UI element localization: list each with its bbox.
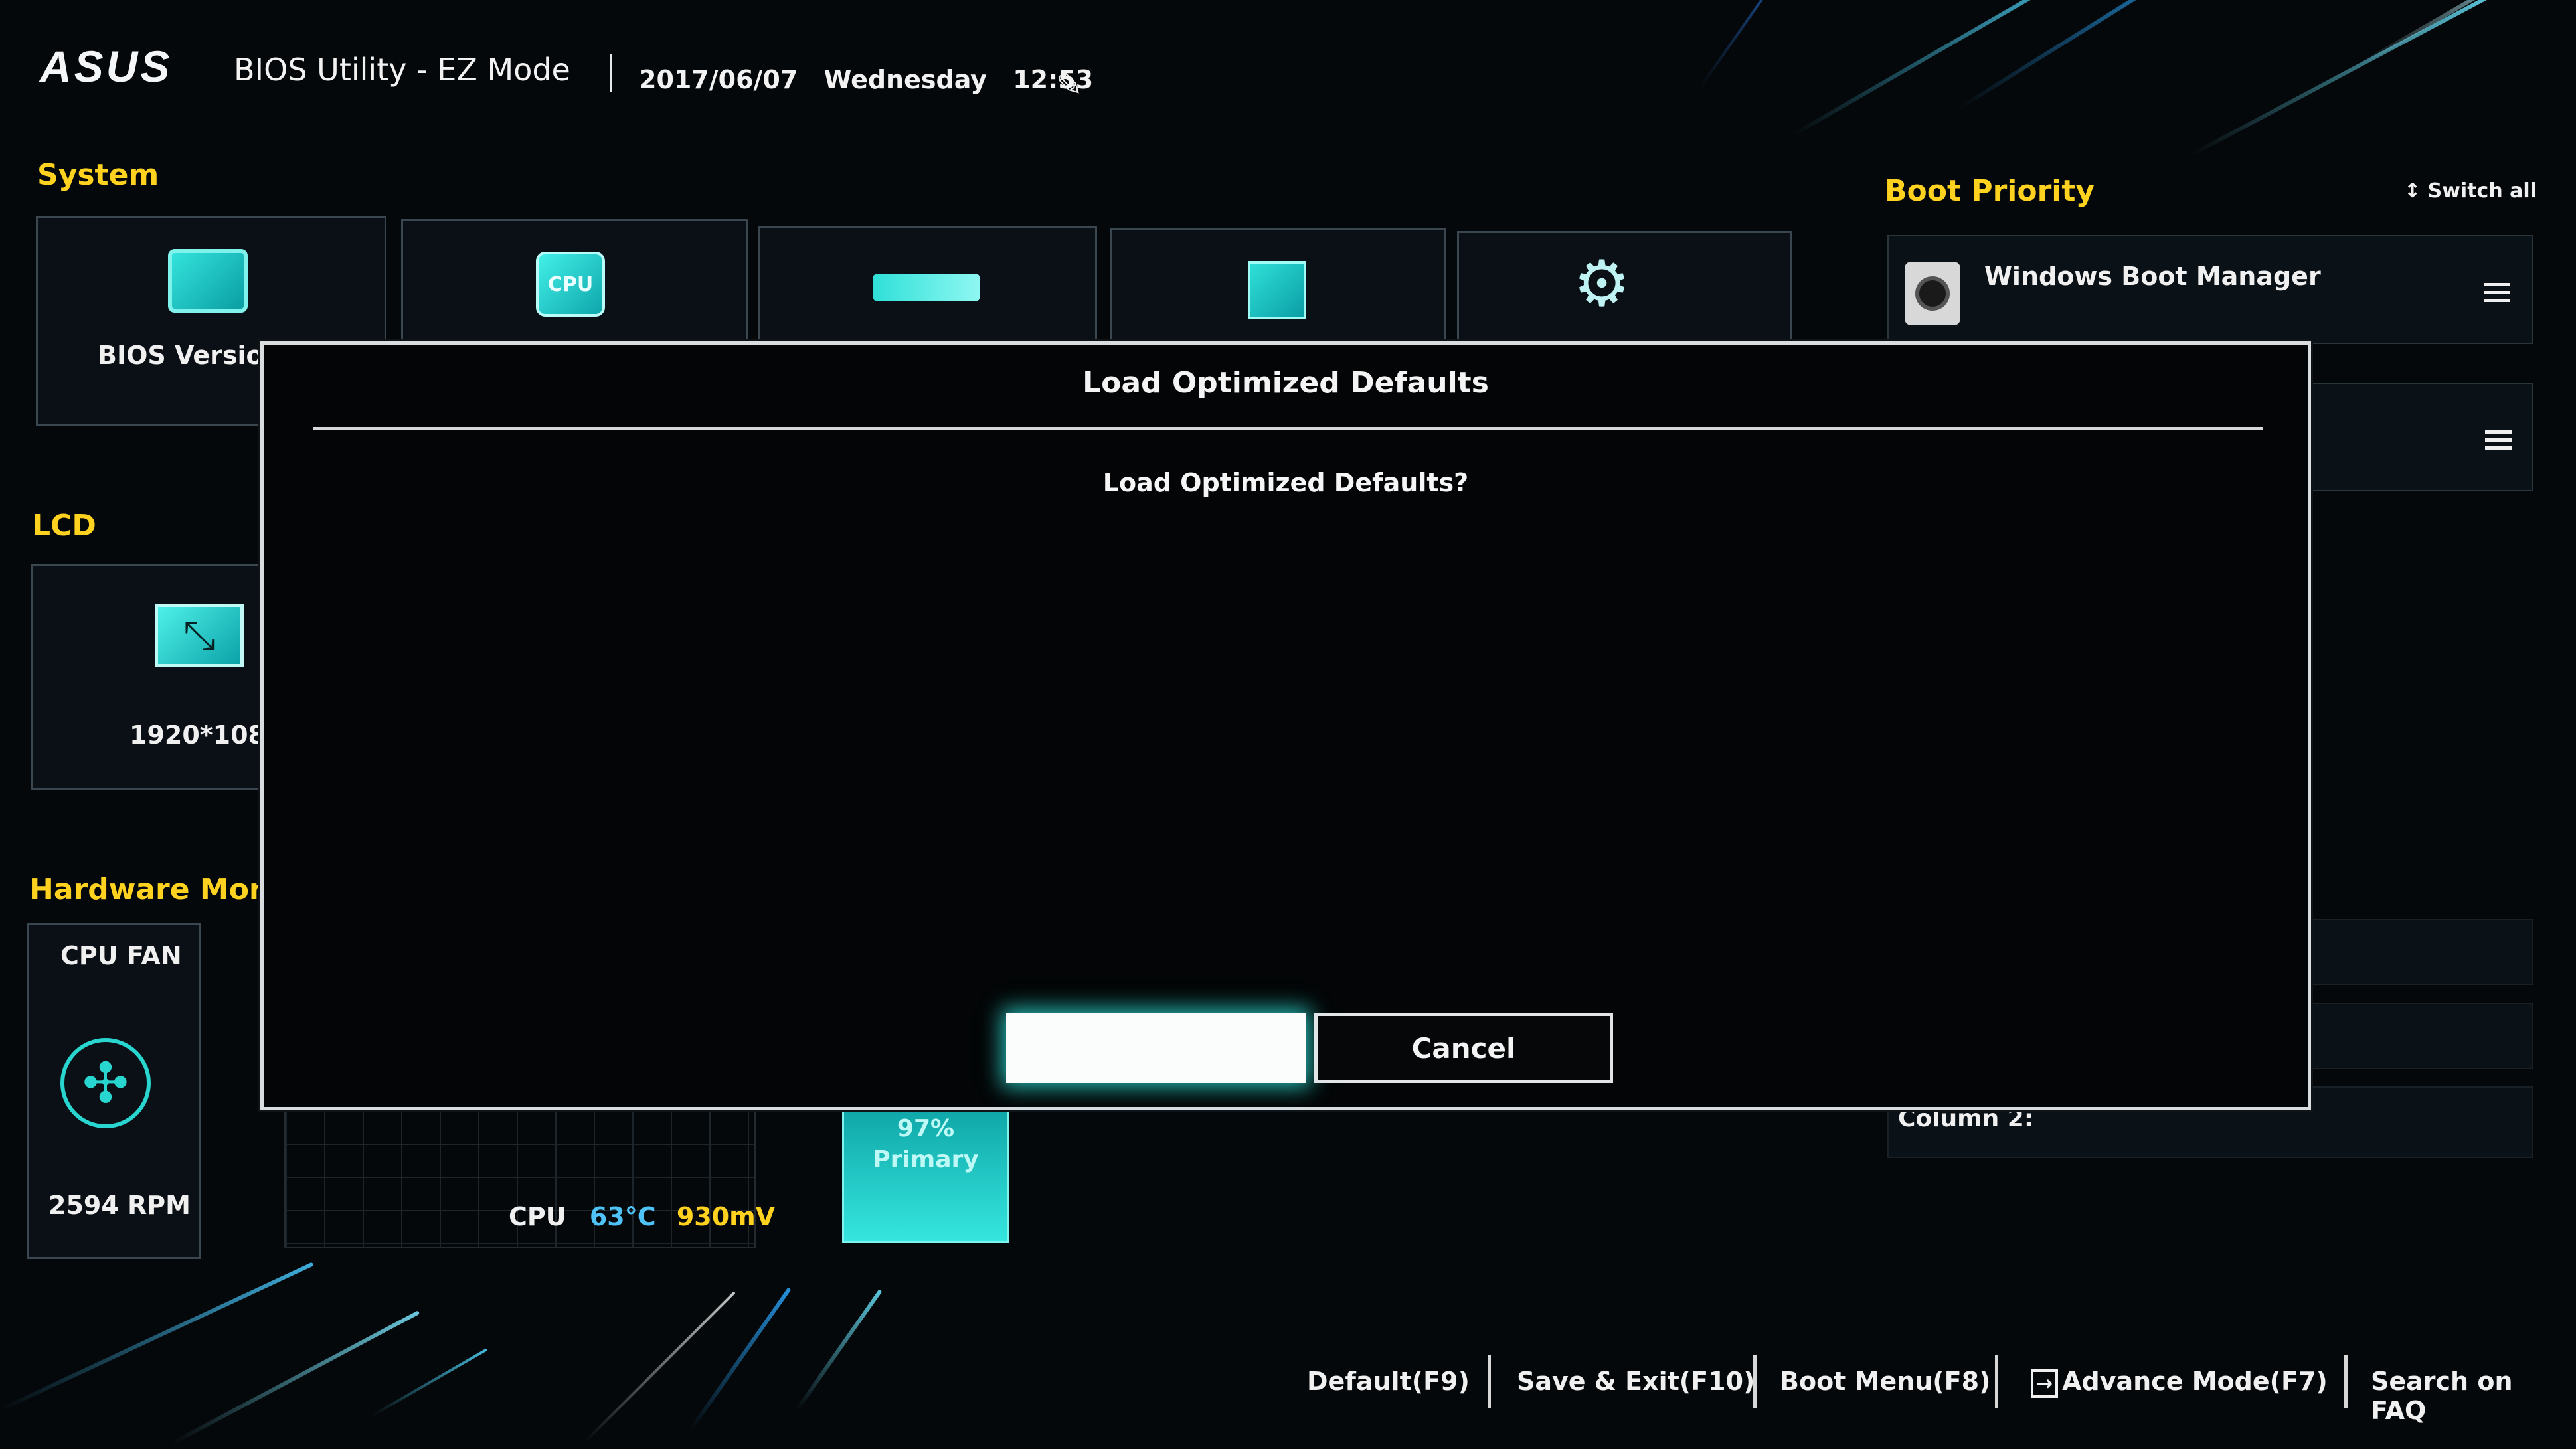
gear-icon: ⚙	[1573, 246, 1631, 321]
advance-mode-f7-button[interactable]: → Advance Mode(F7)	[2031, 1367, 2328, 1398]
boot-item-windows-boot-manager[interactable]: Windows Boot Manager	[1887, 235, 2533, 344]
dialog-title: Load Optimized Defaults	[1082, 366, 1489, 400]
dialog-divider	[313, 427, 2263, 430]
fan-rpm: 2594 RPM	[48, 1191, 191, 1220]
dialog-message: Load Optimized Defaults?	[1102, 468, 1469, 497]
boot-item-label: Windows Boot Manager	[1984, 262, 2321, 291]
advance-mode-label: Advance Mode(F7)	[2062, 1367, 2328, 1396]
footer-divider	[2344, 1355, 2348, 1408]
resize-icon: ⤡	[155, 604, 244, 667]
footer-divider	[1753, 1355, 1757, 1408]
search-faq-button[interactable]: Search on FAQ	[2371, 1367, 2576, 1425]
asus-logo: ASUS	[40, 42, 173, 91]
header-divider	[610, 54, 612, 92]
boot-menu-f8-button[interactable]: Boot Menu(F8)	[1780, 1367, 1990, 1396]
save-exit-f10-button[interactable]: Save & Exit(F10)	[1517, 1367, 1755, 1396]
exit-arrow-icon: →	[2031, 1369, 2059, 1398]
tile-lcd[interactable]: ⤡ 1920*1080	[31, 564, 283, 790]
date-time: 2017/06/07 Wednesday 12:53	[639, 65, 1110, 94]
footer-divider	[1995, 1355, 1998, 1408]
cpu-temperature: 63°C	[589, 1202, 656, 1231]
cpu-icon: CPU	[536, 252, 605, 317]
hardware-monitor-title: Hardware Moni	[29, 873, 280, 906]
tile-cpu[interactable]: CPU	[401, 219, 748, 356]
date-text: 2017/06/07	[639, 65, 798, 94]
cpu-readout: CPU 63°C 930mV	[509, 1202, 775, 1231]
ok-button[interactable]	[1006, 1013, 1306, 1083]
cancel-button[interactable]: Cancel	[1314, 1013, 1613, 1083]
storage-percent: 97%	[897, 1115, 955, 1142]
disk-icon	[1905, 262, 1960, 325]
system-section-title: System	[37, 158, 159, 192]
tile-settings[interactable]: ⚙	[1457, 231, 1792, 356]
cpu-voltage: 930mV	[676, 1202, 776, 1231]
lcd-section-title: LCD	[32, 509, 96, 543]
storage-label: Primary	[873, 1146, 979, 1173]
cpu-label: CPU	[509, 1202, 566, 1231]
day-text: Wednesday	[823, 65, 987, 94]
fan-icon: ✣	[60, 1038, 151, 1128]
storage-usage-block: 97% Primary	[842, 1102, 1009, 1243]
switch-arrows-icon: ↕	[2404, 179, 2421, 203]
memory-icon	[873, 274, 980, 301]
tile-storage[interactable]	[1110, 228, 1446, 356]
load-defaults-dialog: Load Optimized Defaults Load Optimized D…	[260, 341, 2311, 1110]
drag-handle-icon[interactable]	[2484, 283, 2510, 307]
pencil-icon[interactable]: ✎	[1056, 66, 1082, 104]
tile-memory[interactable]	[758, 226, 1097, 356]
footer-divider	[1488, 1355, 1491, 1408]
page-title: BIOS Utility - EZ Mode	[234, 52, 570, 88]
drag-handle-icon[interactable]	[2485, 430, 2512, 454]
switch-all-label: Switch all	[2427, 179, 2537, 203]
switch-all-button[interactable]: ↕ Switch all	[2404, 179, 2537, 203]
tile-cpu-fan[interactable]: CPU FAN ✣ 2594 RPM	[27, 923, 201, 1259]
boot-priority-title: Boot Priority	[1885, 174, 2095, 208]
cpu-fan-label: CPU FAN	[60, 941, 182, 970]
storage-icon	[1248, 261, 1306, 319]
chip-icon	[168, 249, 248, 313]
default-f9-button[interactable]: Default(F9)	[1307, 1367, 1470, 1396]
